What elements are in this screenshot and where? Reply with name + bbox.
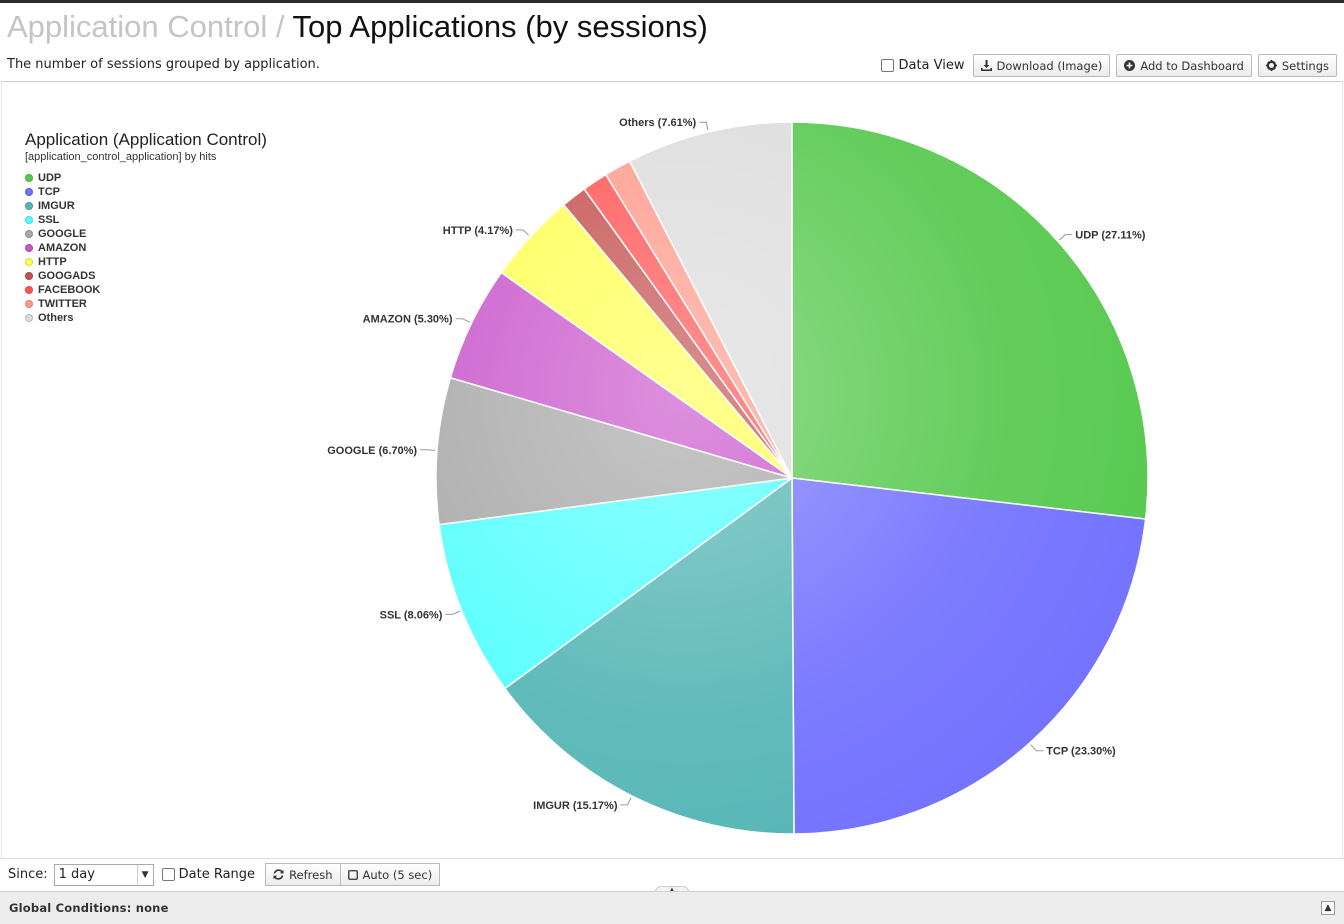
slice-leader-line — [515, 229, 530, 236]
since-label: Since: — [8, 867, 48, 882]
slice-label: TCP (23.30%) — [1046, 746, 1116, 758]
slice-label: SSL (8.06%) — [380, 609, 443, 621]
slice-label: Others (7.61%) — [619, 117, 696, 129]
refresh-icon — [273, 869, 284, 880]
slice-label: IMGUR (15.17%) — [533, 800, 618, 812]
collapse-up-icon[interactable]: ▲ — [1321, 901, 1335, 915]
slice-label: UDP (27.11%) — [1075, 230, 1145, 242]
slice-leader-line — [455, 318, 470, 323]
pie-slice-udp[interactable] — [791, 121, 1149, 520]
slice-label: HTTP (4.17%) — [443, 225, 513, 237]
refresh-label: Refresh — [289, 867, 333, 882]
slice-leader-line — [1030, 744, 1044, 752]
square-icon — [347, 869, 358, 880]
pie-chart: UDP (27.11%) TCP (23.30%) IMGUR (15.17%) SS… — [327, 117, 1149, 835]
date-range-label: Date Range — [178, 867, 256, 882]
since-select[interactable]: 1 day ▼ — [53, 863, 154, 886]
auto-refresh-label: Auto (5 sec) — [362, 867, 433, 882]
global-conditions-bar: Global Conditions: none ▲ — [0, 891, 1344, 924]
slice-leader-line — [620, 797, 632, 806]
slice-leader-line — [699, 121, 709, 131]
slice-label: AMAZON (5.30%) — [363, 314, 453, 326]
refresh-button[interactable]: Refresh — [265, 863, 341, 886]
pie-slice-tcp[interactable] — [791, 477, 1147, 835]
global-conditions-text: Global Conditions: none — [9, 901, 169, 915]
slice-leader-line — [420, 449, 436, 451]
date-range-checkbox[interactable] — [161, 868, 175, 881]
chevron-down-icon[interactable]: ▼ — [136, 864, 153, 885]
refresh-group: Refresh Auto (5 sec) — [265, 863, 441, 886]
since-value: 1 day — [58, 867, 95, 882]
slice-label: GOOGLE (6.70%) — [327, 445, 417, 457]
slice-leader-line — [445, 610, 460, 615]
auto-refresh-button[interactable]: Auto (5 sec) — [340, 863, 441, 886]
slice-leader-line — [1059, 234, 1073, 241]
date-range-toggle[interactable]: Date Range — [161, 867, 256, 882]
